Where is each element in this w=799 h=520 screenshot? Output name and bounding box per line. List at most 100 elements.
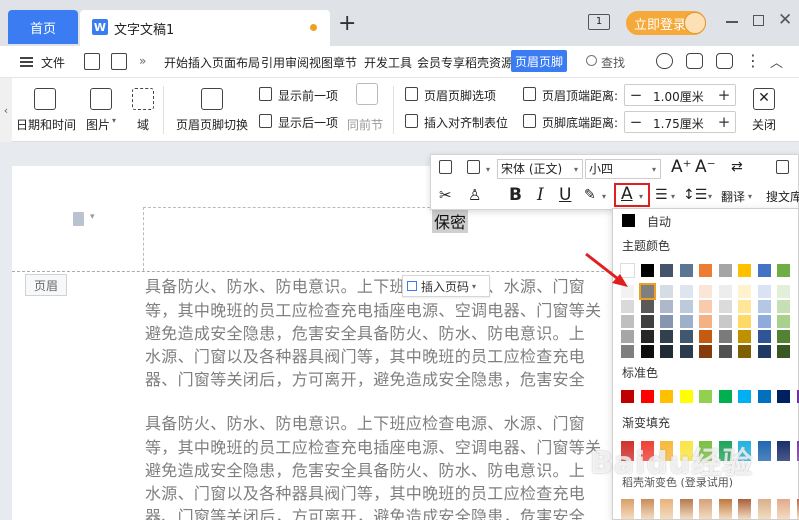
show-previous-icon[interactable] bbox=[259, 87, 272, 101]
paste-dropdown-icon[interactable]: ▾ bbox=[486, 165, 490, 174]
body-line[interactable]: 等，其中晚班的员工应检查充电插座电源、空调电器、门窗等关 bbox=[145, 297, 601, 321]
theme-shade-swatch[interactable] bbox=[699, 345, 712, 358]
close-header-footer-label[interactable]: 关闭 bbox=[752, 116, 776, 133]
output-pdf-icon[interactable] bbox=[111, 53, 127, 70]
theme-shade-swatch[interactable] bbox=[757, 315, 771, 328]
rainbow-gradient-swatch[interactable] bbox=[757, 499, 771, 519]
body-line[interactable]: 具备防火、防水、防电意识。上下班应检查电源、水源、门窗 bbox=[145, 410, 585, 434]
theme-shade-swatch[interactable] bbox=[699, 285, 712, 298]
font-name-select[interactable]: 宋体 (正文) bbox=[497, 159, 583, 179]
theme-shade-swatch[interactable] bbox=[757, 300, 771, 313]
page-number-icon[interactable] bbox=[73, 212, 84, 226]
chevron-down-icon[interactable]: ▾ bbox=[708, 192, 712, 201]
menu-header-footer-tab[interactable]: 页眉页脚 bbox=[511, 50, 567, 72]
standard-color-swatch[interactable] bbox=[699, 390, 712, 403]
share-icon[interactable] bbox=[716, 53, 733, 69]
theme-shade-swatch[interactable] bbox=[738, 285, 751, 298]
header-footer-options-label[interactable]: 页眉页脚选项 bbox=[424, 87, 496, 104]
body-line[interactable]: 等，其中晚班的员工应检查充电插座电源、空调电器、门窗等关 bbox=[145, 434, 601, 458]
theme-color-swatch[interactable] bbox=[699, 264, 712, 277]
theme-shade-swatch[interactable] bbox=[621, 300, 634, 313]
theme-shade-swatch[interactable] bbox=[679, 330, 693, 343]
menu-start[interactable]: 开始 bbox=[164, 54, 188, 71]
standard-color-swatch[interactable] bbox=[640, 390, 654, 403]
format-painter-icon[interactable]: ♙ bbox=[468, 185, 481, 205]
font-size-select[interactable]: 小四 bbox=[585, 159, 661, 179]
field-icon[interactable] bbox=[132, 88, 154, 110]
rainbow-gradient-swatch[interactable] bbox=[777, 499, 790, 519]
theme-color-swatch[interactable] bbox=[718, 264, 732, 277]
underline-button[interactable]: U bbox=[559, 185, 571, 205]
theme-shade-swatch[interactable] bbox=[679, 315, 693, 328]
rainbow-gradient-swatch[interactable] bbox=[718, 499, 732, 519]
date-time-label[interactable]: 日期和时间 bbox=[16, 116, 76, 133]
cloud-sync-icon[interactable] bbox=[656, 53, 673, 69]
search-library-button[interactable]: 搜文库 bbox=[766, 188, 799, 205]
search-label[interactable]: 查找 bbox=[601, 54, 625, 71]
switch-header-footer-icon[interactable] bbox=[201, 88, 223, 110]
field-label[interactable]: 域 bbox=[137, 116, 149, 133]
new-tab-button[interactable]: + bbox=[338, 13, 356, 35]
search-library-icon[interactable] bbox=[776, 160, 789, 174]
theme-shade-swatch[interactable] bbox=[699, 300, 712, 313]
gradient-color-swatch[interactable] bbox=[777, 441, 790, 461]
standard-color-swatch[interactable] bbox=[757, 390, 771, 403]
theme-shade-swatch[interactable] bbox=[777, 285, 790, 298]
decrease-icon[interactable]: − bbox=[625, 112, 647, 132]
minimize-icon[interactable] bbox=[726, 21, 738, 23]
translate-button[interactable]: 翻译 bbox=[721, 188, 745, 205]
menu-more-chevron-icon[interactable]: » bbox=[139, 54, 146, 68]
body-line[interactable]: 具备防火、防水、防电意识。上下班应检查电源、水源、门窗 bbox=[145, 273, 585, 297]
rainbow-gradient-swatch[interactable] bbox=[660, 499, 673, 519]
collapse-ribbon-icon[interactable]: ︿ bbox=[770, 52, 783, 71]
show-previous-label[interactable]: 显示前一项 bbox=[278, 87, 338, 104]
show-next-icon[interactable] bbox=[259, 114, 272, 128]
theme-shade-swatch[interactable] bbox=[738, 315, 751, 328]
rainbow-gradient-swatch[interactable] bbox=[738, 499, 751, 519]
theme-shade-swatch[interactable] bbox=[660, 300, 673, 313]
shrink-font-icon[interactable]: A⁻ bbox=[695, 157, 716, 177]
theme-shade-swatch[interactable] bbox=[777, 345, 790, 358]
theme-shade-swatch[interactable] bbox=[738, 345, 751, 358]
decrease-icon[interactable]: − bbox=[625, 85, 647, 105]
menu-dev-tools[interactable]: 开发工具 bbox=[364, 54, 412, 71]
theme-color-swatch[interactable] bbox=[757, 264, 771, 277]
bold-button[interactable]: B bbox=[509, 185, 522, 205]
theme-shade-swatch[interactable] bbox=[640, 345, 654, 358]
theme-shade-swatch[interactable] bbox=[718, 300, 732, 313]
page-number-dropdown-icon[interactable]: ▾ bbox=[90, 212, 95, 222]
theme-shade-swatch[interactable] bbox=[718, 315, 732, 328]
grow-font-icon[interactable]: A⁺ bbox=[671, 157, 692, 177]
theme-shade-swatch[interactable] bbox=[699, 315, 712, 328]
auto-color-swatch[interactable] bbox=[622, 214, 635, 227]
theme-shade-swatch[interactable] bbox=[660, 285, 673, 298]
rainbow-gradient-swatch[interactable] bbox=[640, 499, 654, 519]
picture-dropdown-icon[interactable]: ▾ bbox=[112, 116, 116, 125]
cut-icon[interactable]: ✂ bbox=[439, 185, 452, 205]
body-line[interactable]: 器、门窗等关闭后，方可离开，避免造成安全隐患，危害安全 bbox=[145, 366, 585, 390]
theme-shade-swatch[interactable] bbox=[679, 345, 693, 358]
theme-shade-swatch[interactable] bbox=[738, 330, 751, 343]
close-header-footer-icon[interactable]: ✕ bbox=[753, 88, 775, 110]
increase-icon[interactable]: + bbox=[713, 85, 735, 105]
rainbow-gradient-swatch[interactable] bbox=[679, 499, 693, 519]
standard-color-swatch[interactable] bbox=[660, 390, 673, 403]
theme-shade-swatch[interactable] bbox=[679, 285, 693, 298]
theme-color-swatch[interactable] bbox=[738, 264, 751, 277]
theme-shade-swatch[interactable] bbox=[777, 300, 790, 313]
theme-shade-swatch[interactable] bbox=[718, 345, 732, 358]
theme-color-swatch[interactable] bbox=[640, 264, 654, 277]
picture-label[interactable]: 图片 bbox=[86, 116, 110, 133]
convert-icon[interactable]: ⇄ bbox=[731, 157, 743, 177]
theme-shade-swatch[interactable] bbox=[660, 330, 673, 343]
window-switch-icon[interactable]: 1 bbox=[588, 14, 610, 30]
chevron-down-icon[interactable]: ▾ bbox=[574, 165, 578, 174]
ribbon-scroll-left-icon[interactable]: ‹ bbox=[0, 78, 12, 142]
menu-review[interactable]: 审阅 bbox=[285, 54, 309, 71]
menu-file[interactable]: 文件 bbox=[41, 54, 65, 71]
login-button[interactable]: 立即登录 bbox=[626, 11, 706, 35]
hamburger-menu-icon[interactable] bbox=[20, 57, 33, 67]
search-icon[interactable] bbox=[586, 55, 597, 66]
header-text[interactable]: 保密 bbox=[432, 209, 469, 233]
italic-button[interactable]: I bbox=[537, 185, 544, 205]
